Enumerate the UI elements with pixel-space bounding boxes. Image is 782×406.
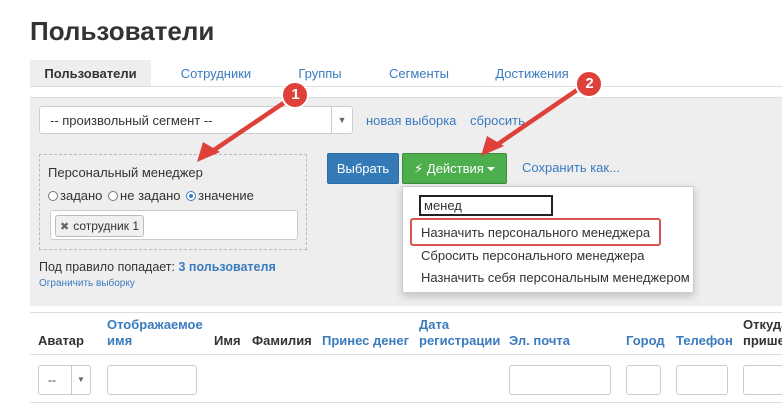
- col-header-registration-date[interactable]: Дата регистрации: [419, 317, 500, 349]
- col-header-display-name[interactable]: Отображаемое имя: [107, 317, 207, 349]
- phone-filter-input[interactable]: [676, 365, 728, 395]
- col-header-revenue[interactable]: Принес денег: [322, 333, 409, 348]
- annotation-badge-2-label: 2: [585, 75, 594, 92]
- annotation-badge-1-label: 1: [291, 86, 300, 103]
- col-header-email[interactable]: Эл. почта: [509, 333, 570, 348]
- table-header-border: [30, 354, 782, 355]
- annotation-arrow-2: [481, 85, 583, 156]
- table-row-border: [30, 402, 782, 403]
- source-filter-input[interactable]: [743, 365, 782, 395]
- avatar-filter-value: --: [48, 373, 56, 387]
- col-header-last-name: Фамилия: [252, 333, 312, 348]
- chevron-down-icon: ▼: [71, 366, 90, 394]
- city-filter-input[interactable]: [626, 365, 661, 395]
- col-header-source: Откуда пришел: [743, 317, 782, 348]
- table-top-border: [30, 312, 782, 313]
- col-header-first-name: Имя: [214, 333, 241, 348]
- avatar-filter-select[interactable]: -- ▼: [38, 365, 91, 395]
- col-header-city[interactable]: Город: [626, 333, 665, 348]
- annotation-arrow-1: [197, 97, 291, 162]
- display-name-filter-input[interactable]: [107, 365, 197, 395]
- email-filter-input[interactable]: [509, 365, 611, 395]
- col-header-phone[interactable]: Телефон: [676, 333, 733, 348]
- col-header-avatar: Аватар: [38, 333, 84, 348]
